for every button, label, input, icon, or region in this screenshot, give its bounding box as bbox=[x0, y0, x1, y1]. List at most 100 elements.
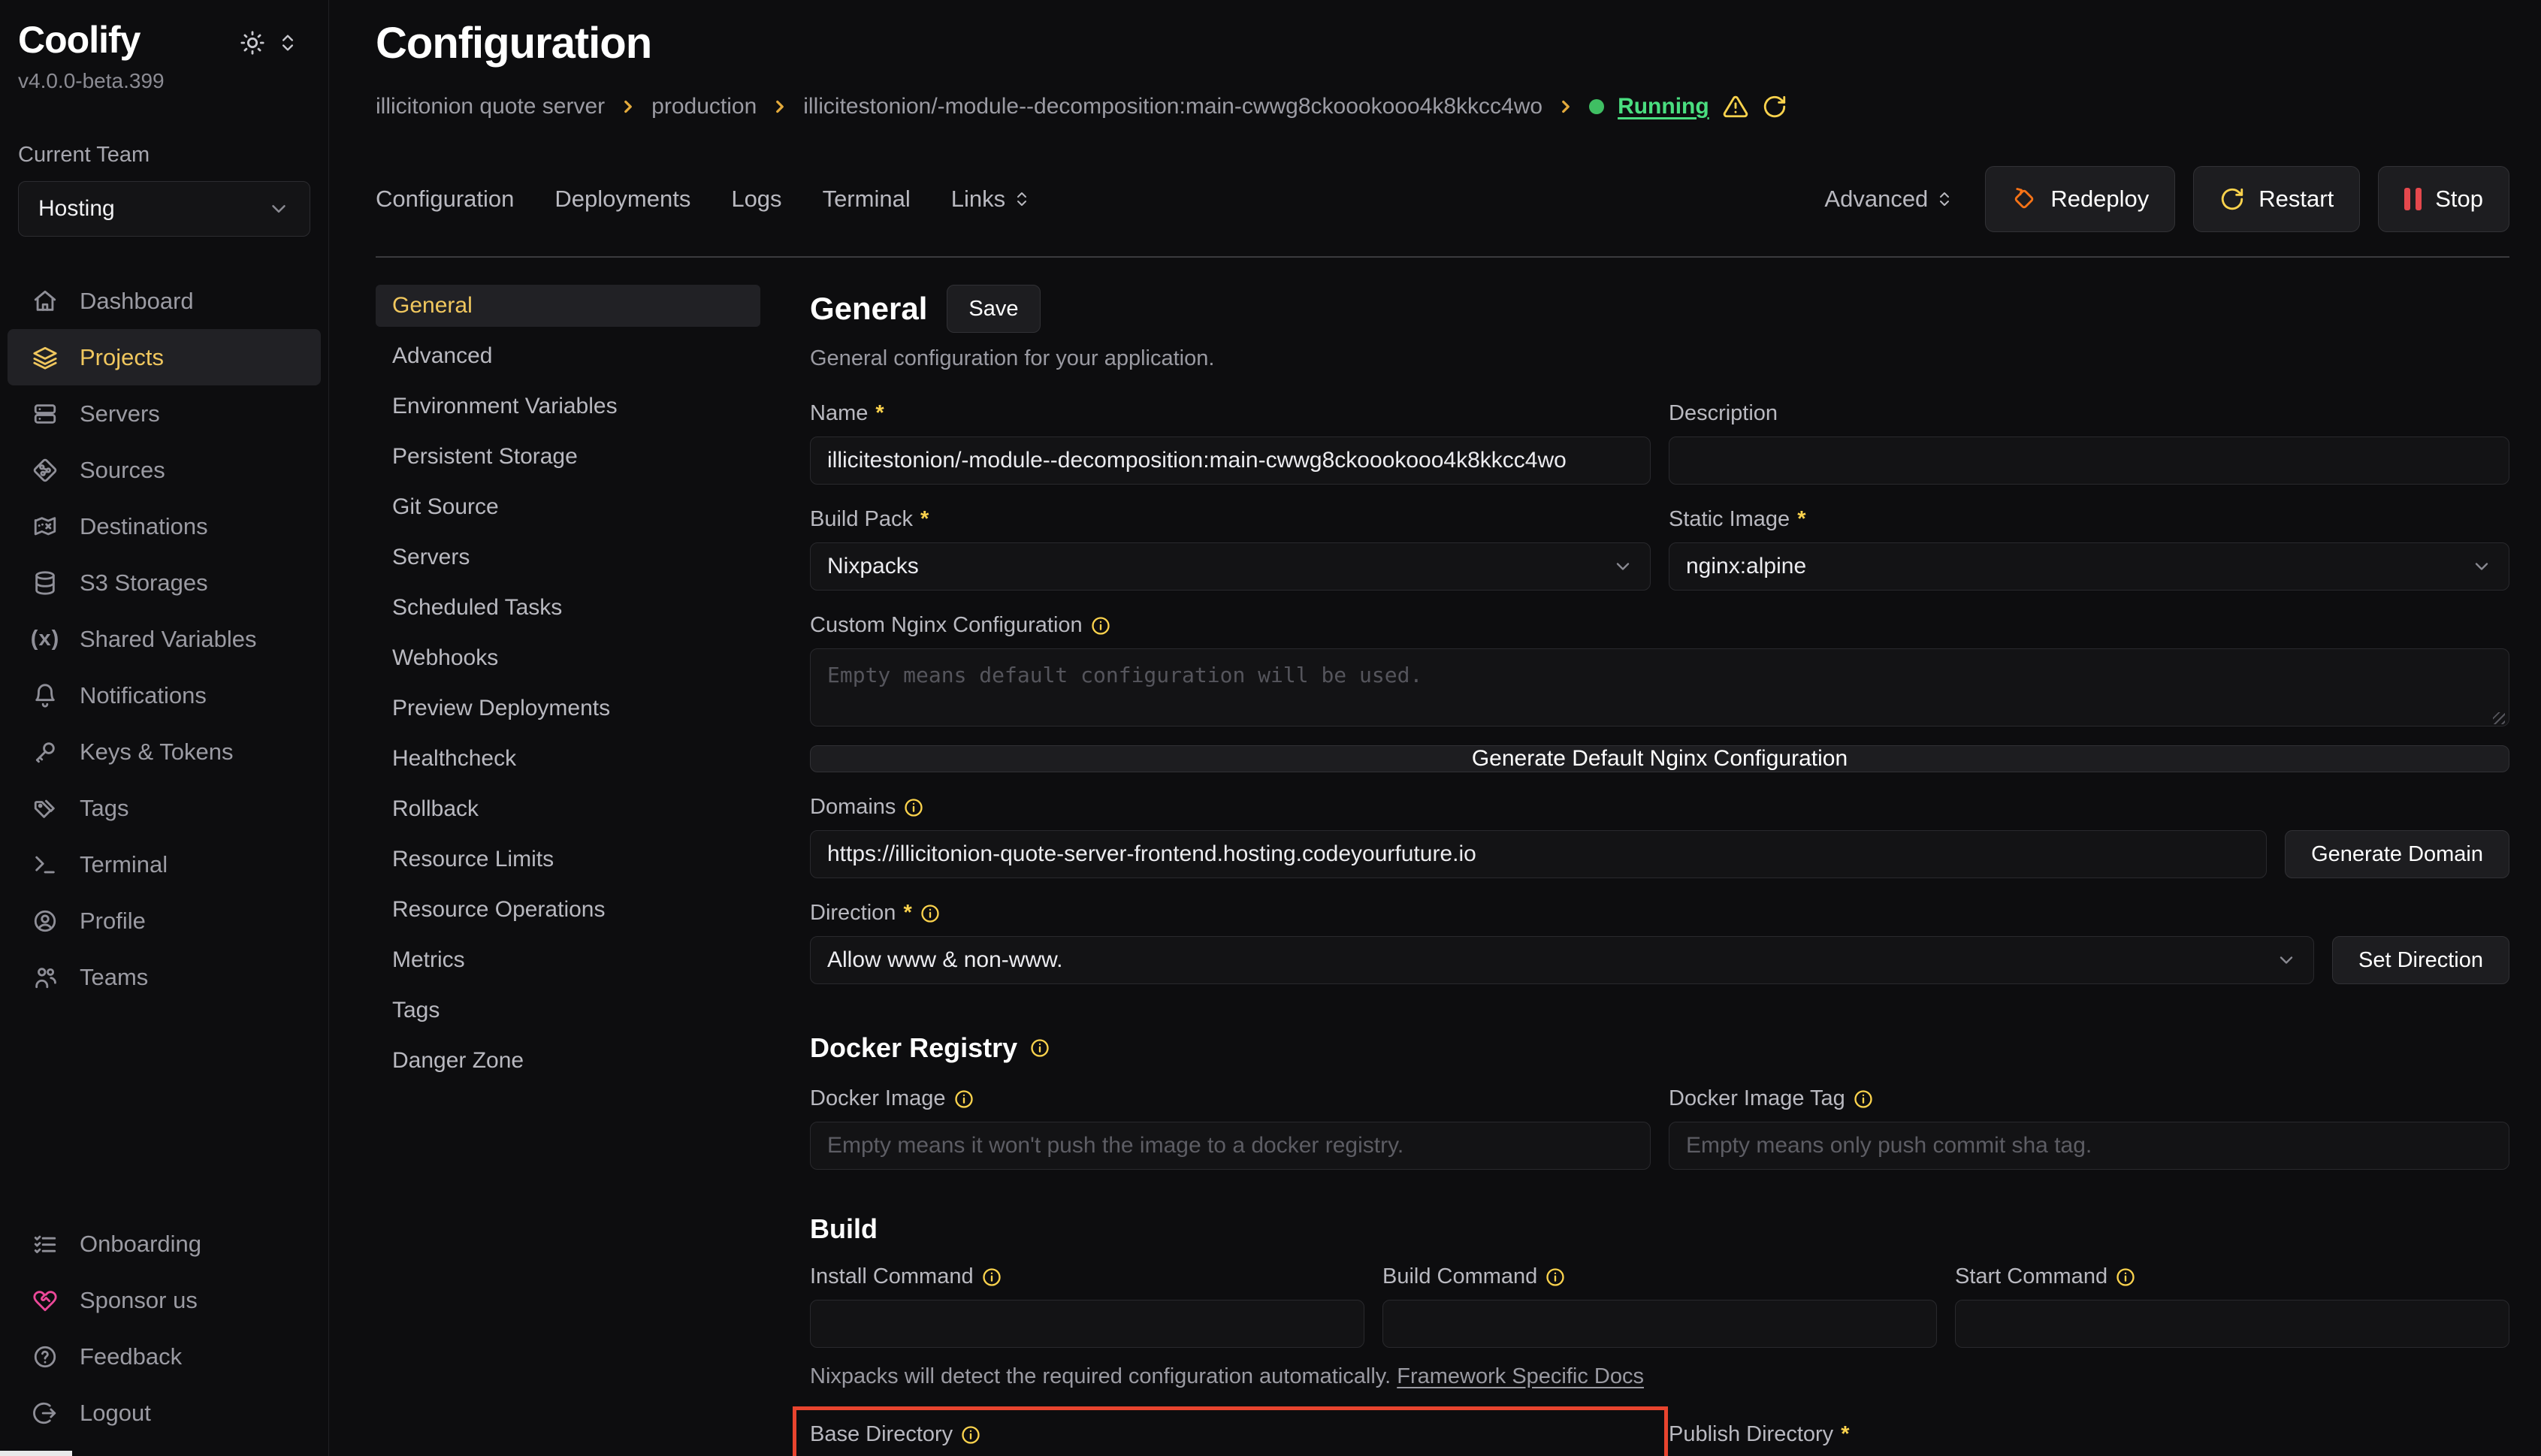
sidebar-item-onboarding[interactable]: Onboarding bbox=[0, 1216, 328, 1272]
sidebar-item-logout[interactable]: Logout bbox=[0, 1385, 328, 1441]
docker-image-tag-input[interactable] bbox=[1669, 1122, 2509, 1170]
sidebar-item-terminal[interactable]: Terminal bbox=[0, 836, 328, 893]
build-pack-select[interactable]: Nixpacks bbox=[810, 542, 1651, 591]
subnav-item-danger-zone[interactable]: Danger Zone bbox=[376, 1040, 760, 1082]
start-command-input[interactable] bbox=[1955, 1300, 2509, 1348]
status-dot bbox=[1589, 99, 1604, 114]
build-pack-field: Build Pack * Nixpacks bbox=[810, 507, 1651, 591]
subnav-item-metrics[interactable]: Metrics bbox=[376, 939, 760, 981]
sidebar-item-s3-storages[interactable]: S3 Storages bbox=[0, 554, 328, 611]
info-icon[interactable] bbox=[1029, 1038, 1050, 1059]
docker-image-input[interactable] bbox=[810, 1122, 1651, 1170]
checklist-icon bbox=[32, 1231, 59, 1257]
docker-image-tag-label: Docker Image Tag bbox=[1669, 1086, 1845, 1111]
set-direction-button[interactable]: Set Direction bbox=[2332, 936, 2509, 984]
sidebar-item-shared-variables[interactable]: (x) Shared Variables bbox=[0, 611, 328, 667]
tab-links[interactable]: Links bbox=[951, 186, 1031, 213]
info-icon[interactable] bbox=[903, 797, 924, 818]
framework-docs-link[interactable]: Framework Specific Docs bbox=[1397, 1364, 1644, 1388]
resize-handle[interactable] bbox=[2493, 712, 2505, 724]
direction-select[interactable]: Allow www & non-www. bbox=[810, 936, 2314, 984]
subnav-item-servers[interactable]: Servers bbox=[376, 536, 760, 578]
chevrons-up-down-icon[interactable] bbox=[277, 32, 298, 53]
build-command-input[interactable] bbox=[1382, 1300, 1937, 1348]
info-icon[interactable] bbox=[920, 903, 941, 924]
sidebar-item-label: Profile bbox=[80, 908, 146, 935]
server-icon bbox=[32, 401, 59, 427]
sidebar-item-destinations[interactable]: Destinations bbox=[0, 498, 328, 554]
sidebar-item-label: Servers bbox=[80, 400, 160, 427]
install-command-label: Install Command bbox=[810, 1264, 974, 1289]
info-icon[interactable] bbox=[953, 1089, 974, 1110]
generate-domain-button[interactable]: Generate Domain bbox=[2285, 830, 2509, 878]
breadcrumb-application[interactable]: illicitestonion/-module--decomposition:m… bbox=[803, 94, 1542, 119]
save-button[interactable]: Save bbox=[947, 285, 1040, 333]
docker-image-field: Docker Image bbox=[810, 1086, 1651, 1170]
subnav-item-rollback[interactable]: Rollback bbox=[376, 788, 760, 830]
subnav-item-webhooks[interactable]: Webhooks bbox=[376, 637, 760, 679]
subnav-item-resource-limits[interactable]: Resource Limits bbox=[376, 838, 760, 881]
tabs: Configuration Deployments Logs Terminal … bbox=[376, 186, 1031, 213]
direction-label: Direction bbox=[810, 901, 896, 926]
subnav-item-advanced[interactable]: Advanced bbox=[376, 335, 760, 377]
custom-nginx-textarea[interactable] bbox=[810, 648, 2509, 726]
restart-label: Restart bbox=[2258, 186, 2334, 213]
sidebar-item-sources[interactable]: Sources bbox=[0, 442, 328, 498]
required-marker: * bbox=[920, 507, 929, 532]
logout-icon bbox=[32, 1400, 59, 1426]
sidebar-item-sponsor-us[interactable]: Sponsor us bbox=[0, 1272, 328, 1328]
sidebar-item-tags[interactable]: Tags bbox=[0, 780, 328, 836]
info-icon[interactable] bbox=[2115, 1267, 2136, 1288]
chevron-down-icon bbox=[1612, 556, 1633, 577]
subnav-item-persistent-storage[interactable]: Persistent Storage bbox=[376, 436, 760, 478]
subnav-item-preview-deployments[interactable]: Preview Deployments bbox=[376, 687, 760, 730]
description-field: Description bbox=[1669, 401, 2509, 485]
subnav-item-environment-variables[interactable]: Environment Variables bbox=[376, 385, 760, 427]
subnav-item-tags[interactable]: Tags bbox=[376, 989, 760, 1032]
sidebar-item-notifications[interactable]: Notifications bbox=[0, 667, 328, 723]
tab-configuration[interactable]: Configuration bbox=[376, 186, 514, 213]
info-icon[interactable] bbox=[981, 1267, 1002, 1288]
tab-terminal[interactable]: Terminal bbox=[823, 186, 911, 213]
subnav-item-resource-operations[interactable]: Resource Operations bbox=[376, 889, 760, 931]
team-select[interactable]: Hosting bbox=[18, 181, 310, 237]
restart-button[interactable]: Restart bbox=[2193, 166, 2360, 232]
info-icon[interactable] bbox=[1545, 1267, 1566, 1288]
sidebar-item-teams[interactable]: Teams bbox=[0, 949, 328, 1005]
sidebar-item-feedback[interactable]: Feedback bbox=[0, 1328, 328, 1385]
info-icon[interactable] bbox=[960, 1424, 981, 1445]
subnav-item-general[interactable]: General bbox=[376, 285, 760, 327]
stop-button[interactable]: Stop bbox=[2378, 166, 2509, 232]
advanced-dropdown[interactable]: Advanced bbox=[1824, 186, 1953, 213]
map-icon bbox=[32, 514, 59, 539]
sidebar-item-profile[interactable]: Profile bbox=[0, 893, 328, 949]
sidebar-item-label: Tags bbox=[80, 795, 128, 822]
subnav-item-scheduled-tasks[interactable]: Scheduled Tasks bbox=[376, 587, 760, 629]
sidebar-item-dashboard[interactable]: Dashboard bbox=[0, 273, 328, 329]
subnav-item-healthcheck[interactable]: Healthcheck bbox=[376, 738, 760, 780]
sun-icon[interactable] bbox=[240, 30, 265, 56]
sidebar-item-servers[interactable]: Servers bbox=[0, 385, 328, 442]
refresh-icon[interactable] bbox=[1762, 94, 1787, 119]
tab-deployments[interactable]: Deployments bbox=[554, 186, 690, 213]
breadcrumb-environment[interactable]: production bbox=[651, 94, 757, 119]
sidebar-item-keys-tokens[interactable]: Keys & Tokens bbox=[0, 723, 328, 780]
sidebar-item-projects[interactable]: Projects bbox=[8, 329, 321, 385]
status-badge[interactable]: Running bbox=[1618, 94, 1709, 119]
redeploy-button[interactable]: Redeploy bbox=[1985, 166, 2175, 232]
name-input[interactable] bbox=[810, 436, 1651, 485]
breadcrumb-project[interactable]: illicitonion quote server bbox=[376, 94, 605, 119]
tab-logs[interactable]: Logs bbox=[731, 186, 781, 213]
static-image-select[interactable]: nginx:alpine bbox=[1669, 542, 2509, 591]
subnav-item-git-source[interactable]: Git Source bbox=[376, 486, 760, 528]
sidebar-item-label: Sponsor us bbox=[80, 1287, 198, 1314]
install-command-input[interactable] bbox=[810, 1300, 1364, 1348]
warning-triangle-icon[interactable] bbox=[1723, 94, 1748, 119]
info-icon[interactable] bbox=[1090, 615, 1111, 636]
generate-nginx-button[interactable]: Generate Default Nginx Configuration bbox=[810, 745, 2509, 772]
domains-input[interactable] bbox=[810, 830, 2267, 878]
variable-icon: (x) bbox=[32, 627, 59, 651]
app-version: v4.0.0-beta.399 bbox=[0, 69, 328, 93]
description-input[interactable] bbox=[1669, 436, 2509, 485]
info-icon[interactable] bbox=[1853, 1089, 1874, 1110]
